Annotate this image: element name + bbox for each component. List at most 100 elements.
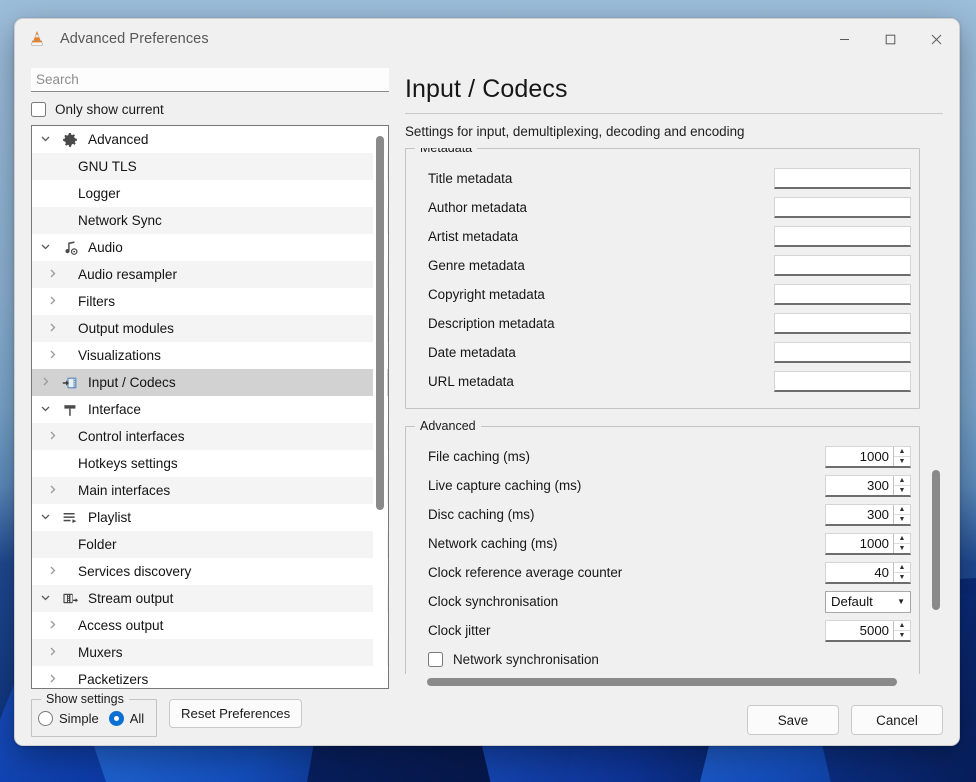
detail-vertical-scrollbar[interactable] bbox=[928, 148, 943, 674]
spinbox-value[interactable] bbox=[826, 504, 893, 524]
tree-item-folder[interactable]: Folder bbox=[32, 531, 388, 558]
chevron-right-icon[interactable] bbox=[32, 619, 72, 632]
chevron-down-icon[interactable] bbox=[32, 403, 58, 416]
tree-item-hotkeys-settings[interactable]: Hotkeys settings bbox=[32, 450, 388, 477]
combobox-clock-synchronisation[interactable]: Default ▼ bbox=[825, 590, 911, 613]
tree-item-logger[interactable]: Logger bbox=[32, 180, 388, 207]
spinbox-down-icon[interactable]: ▼ bbox=[894, 630, 910, 640]
settings-tree[interactable]: Advanced GNU TLS Logger Network Sync Audio Au… bbox=[31, 125, 389, 689]
chevron-right-icon[interactable] bbox=[32, 565, 72, 578]
save-button[interactable]: Save bbox=[747, 705, 839, 735]
spinbox-up-icon[interactable]: ▲ bbox=[894, 476, 910, 486]
input-description-metadata[interactable] bbox=[774, 313, 911, 334]
tree-vertical-scrollbar[interactable] bbox=[373, 127, 387, 687]
radio-simple[interactable]: Simple bbox=[38, 710, 99, 726]
spinbox-clock-jitter[interactable]: ▲▼ bbox=[825, 619, 911, 642]
spinbox-disc-caching-ms[interactable]: ▲▼ bbox=[825, 503, 911, 526]
spinbox-value[interactable] bbox=[826, 620, 893, 640]
spinbox-value[interactable] bbox=[826, 475, 893, 495]
spinbox-up-icon[interactable]: ▲ bbox=[894, 447, 910, 457]
spinbox-network-caching-ms[interactable]: ▲▼ bbox=[825, 532, 911, 555]
detail-scrollbar-thumb[interactable] bbox=[932, 470, 940, 610]
chevron-right-icon[interactable] bbox=[32, 268, 72, 281]
tree-item-label: Advanced bbox=[88, 132, 149, 147]
tree-item-interface[interactable]: Interface bbox=[32, 396, 388, 423]
tree-item-label: Services discovery bbox=[78, 564, 192, 579]
tree-item-audio-resampler[interactable]: Audio resampler bbox=[32, 261, 388, 288]
tree-item-services-discovery[interactable]: Services discovery bbox=[32, 558, 388, 585]
chevron-right-icon[interactable] bbox=[32, 673, 72, 686]
input-genre-metadata[interactable] bbox=[774, 255, 911, 276]
chevron-down-icon[interactable] bbox=[32, 241, 58, 254]
tree-item-packetizers[interactable]: Packetizers bbox=[32, 666, 388, 688]
input-artist-metadata[interactable] bbox=[774, 226, 911, 247]
tree-item-control-interfaces[interactable]: Control interfaces bbox=[32, 423, 388, 450]
spinbox-down-icon[interactable]: ▼ bbox=[894, 485, 910, 495]
cancel-button[interactable]: Cancel bbox=[851, 705, 943, 735]
interface-icon bbox=[58, 402, 82, 418]
input-author-metadata[interactable] bbox=[774, 197, 911, 218]
reset-preferences-button[interactable]: Reset Preferences bbox=[169, 699, 303, 728]
chevron-right-icon[interactable] bbox=[32, 349, 72, 362]
input-date-metadata[interactable] bbox=[774, 342, 911, 363]
search-input[interactable] bbox=[31, 68, 389, 92]
chevron-right-icon[interactable] bbox=[32, 322, 72, 335]
tree-scrollbar-thumb[interactable] bbox=[376, 136, 384, 510]
tree-item-filters[interactable]: Filters bbox=[32, 288, 388, 315]
spinbox-file-caching-ms[interactable]: ▲▼ bbox=[825, 445, 911, 468]
input-copyright-metadata[interactable] bbox=[774, 284, 911, 305]
playlist-icon bbox=[58, 510, 82, 526]
radio-simple-indicator bbox=[38, 710, 53, 726]
spinbox-down-icon[interactable]: ▼ bbox=[894, 456, 910, 466]
tree-item-muxers[interactable]: Muxers bbox=[32, 639, 388, 666]
tree-item-network-sync[interactable]: Network Sync bbox=[32, 207, 388, 234]
input-title-metadata[interactable] bbox=[774, 168, 911, 189]
spinbox-down-icon[interactable]: ▼ bbox=[894, 572, 910, 582]
spinbox-value[interactable] bbox=[826, 446, 893, 466]
window-titlebar[interactable]: Advanced Preferences bbox=[15, 19, 959, 59]
only-show-current-checkbox[interactable]: Only show current bbox=[31, 100, 397, 118]
tree-item-audio[interactable]: Audio bbox=[32, 234, 388, 261]
spinbox-up-icon[interactable]: ▲ bbox=[894, 505, 910, 515]
spinbox-down-icon[interactable]: ▼ bbox=[894, 543, 910, 553]
tree-item-access-output[interactable]: Access output bbox=[32, 612, 388, 639]
setting-label: Genre metadata bbox=[428, 258, 525, 273]
spinbox-value[interactable] bbox=[826, 533, 893, 553]
chevron-right-icon[interactable] bbox=[32, 430, 72, 443]
chevron-right-icon[interactable] bbox=[32, 484, 72, 497]
tree-item-input-codecs[interactable]: Input / Codecs bbox=[32, 369, 388, 396]
spinbox-value[interactable] bbox=[826, 562, 893, 582]
setting-row-url-metadata: URL metadata bbox=[414, 367, 911, 396]
tree-item-output-modules[interactable]: Output modules bbox=[32, 315, 388, 342]
spinbox-down-icon[interactable]: ▼ bbox=[894, 514, 910, 524]
spinbox-live-capture-caching-ms[interactable]: ▲▼ bbox=[825, 474, 911, 497]
detail-hscrollbar-thumb[interactable] bbox=[427, 678, 897, 686]
detail-horizontal-scrollbar[interactable] bbox=[405, 674, 926, 689]
chevron-down-icon[interactable] bbox=[32, 133, 58, 146]
spinbox-up-icon[interactable]: ▲ bbox=[894, 621, 910, 631]
tree-item-main-interfaces[interactable]: Main interfaces bbox=[32, 477, 388, 504]
spinbox-up-icon[interactable]: ▲ bbox=[894, 563, 910, 573]
chevron-right-icon[interactable] bbox=[32, 646, 72, 659]
spinbox-clock-reference-average-counter[interactable]: ▲▼ bbox=[825, 561, 911, 584]
tree-item-visualizations[interactable]: Visualizations bbox=[32, 342, 388, 369]
maximize-button[interactable] bbox=[867, 19, 913, 59]
chevron-down-icon[interactable] bbox=[32, 511, 58, 524]
checkbox-network-synchronisation[interactable]: Network synchronisation bbox=[414, 645, 911, 673]
chevron-down-icon[interactable] bbox=[32, 592, 58, 605]
chevron-right-icon[interactable] bbox=[32, 376, 58, 389]
close-button[interactable] bbox=[913, 19, 959, 59]
chevron-right-icon[interactable] bbox=[32, 295, 72, 308]
page-title: Input / Codecs bbox=[405, 75, 943, 114]
window-content: Only show current Advanced GNU TLS Logger N… bbox=[15, 59, 959, 689]
radio-all[interactable]: All bbox=[108, 710, 144, 726]
setting-label: URL metadata bbox=[428, 374, 514, 389]
tree-item-gnu-tls[interactable]: GNU TLS bbox=[32, 153, 388, 180]
tree-item-advanced[interactable]: Advanced bbox=[32, 126, 388, 153]
minimize-button[interactable] bbox=[821, 19, 867, 59]
tree-item-stream-output[interactable]: Stream output bbox=[32, 585, 388, 612]
tree-item-playlist[interactable]: Playlist bbox=[32, 504, 388, 531]
setting-label: Live capture caching (ms) bbox=[428, 478, 582, 493]
input-url-metadata[interactable] bbox=[774, 371, 911, 392]
spinbox-up-icon[interactable]: ▲ bbox=[894, 534, 910, 544]
